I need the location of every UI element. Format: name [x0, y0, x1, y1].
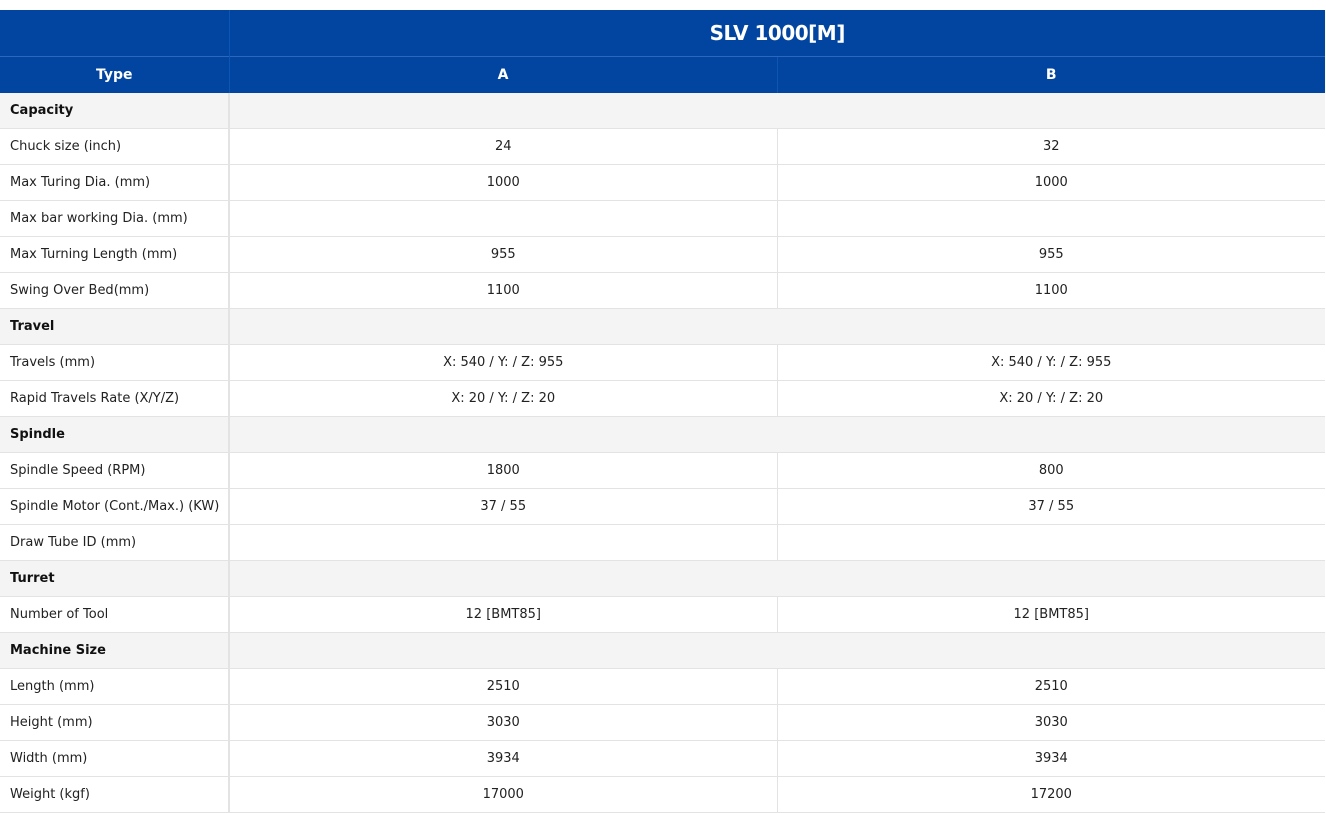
spec-table: SLV 1000[M] Type A B Capacity Chuck size … [0, 10, 1325, 813]
spec-label: Length (mm) [0, 668, 229, 705]
value-b: 12 [BMT85] [776, 596, 1325, 633]
type-header: Type [0, 56, 229, 93]
section-title: Spindle [0, 416, 229, 453]
value-a [228, 524, 777, 561]
table-row: Weight (kgf) 17000 17200 [0, 776, 1325, 813]
header-type-row: Type A B [0, 56, 1325, 93]
section-title: Turret [0, 560, 229, 597]
section-row: Turret [0, 560, 1325, 597]
spec-table-body: Capacity Chuck size (inch) 24 32 Max Turing … [0, 93, 1325, 813]
table-row: Max Turning Length (mm) 955 955 [0, 236, 1325, 273]
value-a: 24 [228, 128, 777, 165]
spec-label: Number of Tool [0, 596, 229, 633]
value-b: X: 20 / Y: / Z: 20 [776, 380, 1325, 417]
value-b: 955 [776, 236, 1325, 273]
value-b: 32 [776, 128, 1325, 165]
table-row: Max bar working Dia. (mm) [0, 200, 1325, 237]
section-fill [228, 632, 1325, 669]
value-a: 2510 [228, 668, 777, 705]
spec-label: Width (mm) [0, 740, 229, 777]
header-empty-cell [0, 10, 229, 57]
section-fill [228, 93, 1325, 129]
table-row: Spindle Motor (Cont./Max.) (KW) 37 / 55 37… [0, 488, 1325, 525]
value-a [228, 200, 777, 237]
section-title: Capacity [0, 93, 229, 129]
table-row: Spindle Speed (RPM) 1800 800 [0, 452, 1325, 489]
value-a: 37 / 55 [228, 488, 777, 525]
section-title: Machine Size [0, 632, 229, 669]
section-fill [228, 308, 1325, 345]
value-b [776, 200, 1325, 237]
table-row: Swing Over Bed(mm) 1100 1100 [0, 272, 1325, 309]
value-b [776, 524, 1325, 561]
table-row: Length (mm) 2510 2510 [0, 668, 1325, 705]
value-a: 1000 [228, 164, 777, 201]
value-b: 1100 [776, 272, 1325, 309]
spec-label: Max Turning Length (mm) [0, 236, 229, 273]
table-row: Max Turing Dia. (mm) 1000 1000 [0, 164, 1325, 201]
table-row: Draw Tube ID (mm) [0, 524, 1325, 561]
spec-label: Travels (mm) [0, 344, 229, 381]
value-b: 800 [776, 452, 1325, 489]
section-title: Travel [0, 308, 229, 345]
value-a: 955 [228, 236, 777, 273]
spec-label: Chuck size (inch) [0, 128, 229, 165]
value-b: 17200 [776, 776, 1325, 813]
value-b: 3030 [776, 704, 1325, 741]
value-a: 3934 [228, 740, 777, 777]
section-row: Capacity [0, 93, 1325, 129]
value-a: X: 540 / Y: / Z: 955 [228, 344, 777, 381]
value-a: 1100 [228, 272, 777, 309]
value-a: 3030 [228, 704, 777, 741]
section-row: Spindle [0, 416, 1325, 453]
spec-label: Draw Tube ID (mm) [0, 524, 229, 561]
variant-b-header: B [776, 56, 1325, 93]
header-model-row: SLV 1000[M] [0, 10, 1325, 57]
table-row: Chuck size (inch) 24 32 [0, 128, 1325, 165]
spec-label: Spindle Speed (RPM) [0, 452, 229, 489]
model-title: SLV 1000[M] [228, 10, 1325, 57]
table-row: Travels (mm) X: 540 / Y: / Z: 955 X: 540 /… [0, 344, 1325, 381]
value-b: 3934 [776, 740, 1325, 777]
spec-label: Rapid Travels Rate (X/Y/Z) [0, 380, 229, 417]
spec-label: Weight (kgf) [0, 776, 229, 813]
table-row: Width (mm) 3934 3934 [0, 740, 1325, 777]
value-a: 17000 [228, 776, 777, 813]
spec-label: Max Turing Dia. (mm) [0, 164, 229, 201]
value-a: 12 [BMT85] [228, 596, 777, 633]
value-b: 1000 [776, 164, 1325, 201]
spec-table-container: SLV 1000[M] Type A B Capacity Chuck size … [0, 10, 1326, 813]
table-row: Rapid Travels Rate (X/Y/Z) X: 20 / Y: / Z… [0, 380, 1325, 417]
value-a: 1800 [228, 452, 777, 489]
spec-label: Max bar working Dia. (mm) [0, 200, 229, 237]
value-b: X: 540 / Y: / Z: 955 [776, 344, 1325, 381]
table-row: Height (mm) 3030 3030 [0, 704, 1325, 741]
section-row: Machine Size [0, 632, 1325, 669]
section-fill [228, 560, 1325, 597]
section-row: Travel [0, 308, 1325, 345]
spec-label: Spindle Motor (Cont./Max.) (KW) [0, 488, 229, 525]
table-row: Number of Tool 12 [BMT85] 12 [BMT85] [0, 596, 1325, 633]
spec-label: Swing Over Bed(mm) [0, 272, 229, 309]
variant-a-header: A [228, 56, 777, 93]
value-a: X: 20 / Y: / Z: 20 [228, 380, 777, 417]
value-b: 37 / 55 [776, 488, 1325, 525]
section-fill [228, 416, 1325, 453]
spec-label: Height (mm) [0, 704, 229, 741]
value-b: 2510 [776, 668, 1325, 705]
